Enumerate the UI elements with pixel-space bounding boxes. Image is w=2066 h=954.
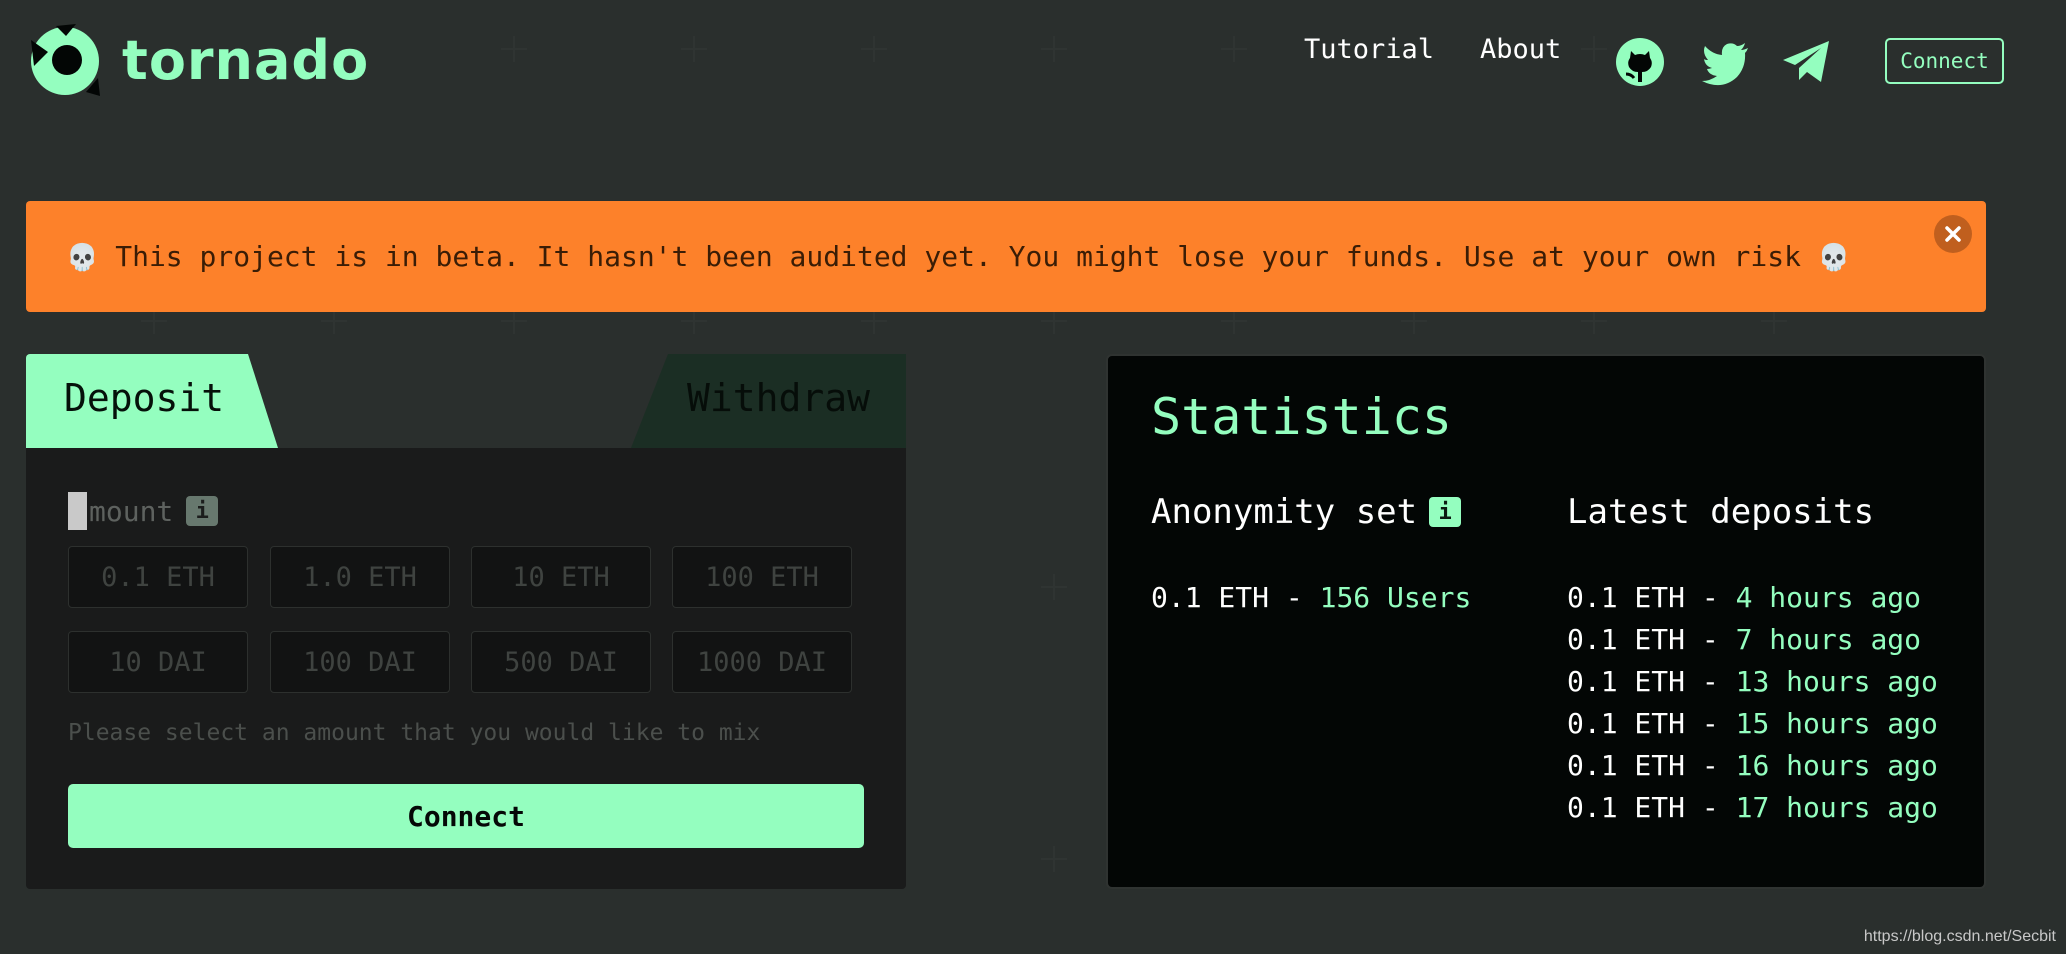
tornado-logo[interactable]: tornado xyxy=(26,22,369,100)
skull-icon: 💀 xyxy=(66,243,99,273)
latest-deposit-item: 0.1 ETH - 13 hours ago xyxy=(1567,668,1938,696)
deposit-amount: 0.1 ETH xyxy=(1567,791,1686,824)
github-icon[interactable] xyxy=(1614,36,1666,88)
tornado-logo-icon xyxy=(31,24,100,96)
amount-option-button[interactable]: 1.0 ETH xyxy=(270,546,450,608)
anonymity-set-label: Anonymity set xyxy=(1151,492,1418,532)
latest-deposit-item: 0.1 ETH - 17 hours ago xyxy=(1567,794,1938,822)
deposit-time: 13 hours ago xyxy=(1735,665,1938,698)
twitter-icon[interactable] xyxy=(1700,36,1752,88)
banner-message: 💀 This project is in beta. It hasn't bee… xyxy=(66,240,1850,273)
amount-label-row: mount i xyxy=(68,492,219,530)
amount-option-button[interactable]: 100 ETH xyxy=(672,546,852,608)
nav-about-link[interactable]: About xyxy=(1480,36,1561,63)
deposit-time: 17 hours ago xyxy=(1735,791,1938,824)
deposit-panel: mount i 0.1 ETH 1.0 ETH 10 ETH 100 ETH 1… xyxy=(26,448,906,889)
banner-text: This project is in beta. It hasn't been … xyxy=(115,240,1801,273)
bg-plus-mark xyxy=(681,36,707,62)
bg-plus-mark xyxy=(1041,36,1067,62)
header-connect-button[interactable]: Connect xyxy=(1885,38,2004,84)
watermark-text: https://blog.csdn.net/Secbit xyxy=(1863,928,2056,945)
tab-deposit-label: Deposit xyxy=(64,376,225,420)
deposit-amount: 0.1 ETH xyxy=(1567,581,1686,614)
bg-plus-mark xyxy=(861,36,887,62)
amount-option-button[interactable]: 10 ETH xyxy=(471,546,651,608)
deposit-time: 4 hours ago xyxy=(1735,581,1922,614)
anonymity-set-heading: Anonymity set i xyxy=(1151,492,1462,532)
amount-option-button[interactable]: 0.1 ETH xyxy=(68,546,248,608)
latest-deposit-item: 0.1 ETH - 15 hours ago xyxy=(1567,710,1938,738)
bg-plus-mark xyxy=(1221,36,1247,62)
bg-plus-mark xyxy=(1041,846,1067,872)
deposit-amount: 0.1 ETH xyxy=(1567,665,1686,698)
deposit-time: 16 hours ago xyxy=(1735,749,1938,782)
separator: - xyxy=(1685,791,1736,824)
nav-tutorial-link[interactable]: Tutorial xyxy=(1304,36,1434,63)
separator: - xyxy=(1685,581,1736,614)
amount-option-button[interactable]: 1000 DAI xyxy=(672,631,852,693)
separator: - xyxy=(1685,623,1736,656)
amount-option-button[interactable]: 500 DAI xyxy=(471,631,651,693)
bg-plus-mark xyxy=(501,36,527,62)
separator: - xyxy=(1269,581,1320,614)
anonymity-amount: 0.1 ETH xyxy=(1151,581,1270,614)
tab-deposit[interactable]: Deposit xyxy=(26,354,278,448)
text-cursor xyxy=(68,492,87,530)
skull-icon: 💀 xyxy=(1817,243,1851,273)
amount-option-button[interactable]: 100 DAI xyxy=(270,631,450,693)
separator: - xyxy=(1685,707,1736,740)
deposit-time: 15 hours ago xyxy=(1735,707,1938,740)
latest-deposit-item: 0.1 ETH - 4 hours ago xyxy=(1567,584,1921,612)
statistics-title: Statistics xyxy=(1151,388,1453,446)
latest-deposits-heading: Latest deposits xyxy=(1567,492,1875,532)
latest-deposit-item: 0.1 ETH - 16 hours ago xyxy=(1567,752,1938,780)
deposit-amount: 0.1 ETH xyxy=(1567,749,1686,782)
telegram-icon[interactable] xyxy=(1780,36,1832,88)
logo-text: tornado xyxy=(122,29,370,92)
bg-plus-mark xyxy=(1581,36,1607,62)
amount-label: mount xyxy=(89,494,174,528)
amount-option-button[interactable]: 10 DAI xyxy=(68,631,248,693)
amount-hint-text: Please select an amount that you would l… xyxy=(68,720,761,746)
banner-close-button[interactable] xyxy=(1934,215,1972,253)
tab-withdraw[interactable]: Withdraw xyxy=(631,354,906,448)
separator: - xyxy=(1685,749,1736,782)
tab-withdraw-label: Withdraw xyxy=(686,376,870,420)
amount-info-icon[interactable]: i xyxy=(186,496,219,526)
deposit-amount: 0.1 ETH xyxy=(1567,623,1686,656)
deposit-time: 7 hours ago xyxy=(1735,623,1922,656)
bg-plus-mark xyxy=(1041,574,1067,600)
anonymity-set-value: 0.1 ETH - 156 Users xyxy=(1151,584,1471,612)
latest-deposit-item: 0.1 ETH - 7 hours ago xyxy=(1567,626,1921,654)
anonymity-info-icon[interactable]: i xyxy=(1429,497,1462,527)
deposit-amount: 0.1 ETH xyxy=(1567,707,1686,740)
anonymity-users: 156 Users xyxy=(1319,581,1472,614)
separator: - xyxy=(1685,665,1736,698)
statistics-panel: Statistics Anonymity set i 0.1 ETH - 156… xyxy=(1106,354,1986,889)
deposit-connect-button[interactable]: Connect xyxy=(68,784,864,848)
beta-warning-banner: 💀 This project is in beta. It hasn't bee… xyxy=(26,201,1986,312)
close-icon xyxy=(1945,226,1961,242)
